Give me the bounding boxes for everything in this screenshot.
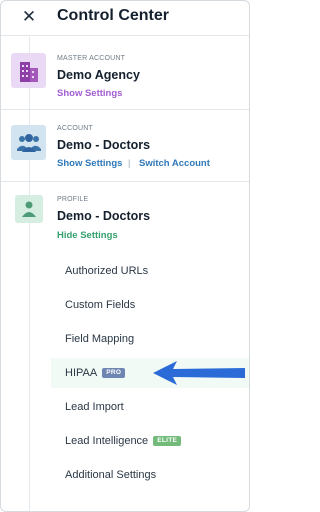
switch-account-link[interactable]: Switch Account (139, 158, 210, 169)
divider (1, 181, 249, 182)
users-group-icon (11, 125, 46, 160)
hide-settings-link[interactable]: Hide Settings (57, 230, 118, 241)
menu-item-lead-import[interactable]: Lead Import (51, 392, 249, 422)
pro-badge: PRO (102, 368, 126, 378)
master-show-settings-link[interactable]: Show Settings (57, 88, 122, 99)
close-icon[interactable]: ✕ (19, 7, 39, 27)
master-account-name: Demo Agency (57, 68, 140, 82)
panel-title: Control Center (57, 7, 169, 24)
profile-name: Demo - Doctors (57, 209, 151, 223)
account-name: Demo - Doctors (57, 138, 151, 152)
menu-item-label: HIPAA (65, 367, 98, 379)
profile-label: PROFILE (57, 196, 89, 203)
master-account-label: MASTER ACCOUNT (57, 55, 126, 62)
user-icon (15, 195, 43, 223)
menu-item-label: Field Mapping (65, 333, 135, 345)
account-show-settings-link[interactable]: Show Settings (57, 158, 122, 169)
divider (1, 109, 249, 110)
menu-item-label: Additional Settings (65, 469, 157, 481)
divider (1, 35, 249, 36)
left-arrow-icon (153, 361, 245, 385)
link-separator: | (128, 158, 131, 168)
panel-header: ✕ Control Center (1, 1, 249, 35)
menu-item-label: Authorized URLs (65, 265, 149, 277)
account-label: ACCOUNT (57, 125, 94, 132)
menu-item-label: Lead Intelligence (65, 435, 149, 447)
menu-item-authorized-urls[interactable]: Authorized URLs (51, 256, 249, 286)
menu-item-custom-fields[interactable]: Custom Fields (51, 290, 249, 320)
menu-item-additional-settings[interactable]: Additional Settings (51, 460, 249, 490)
building-icon (11, 53, 46, 88)
menu-item-lead-intelligence[interactable]: Lead Intelligence ELITE (51, 426, 249, 456)
menu-item-label: Custom Fields (65, 299, 136, 311)
menu-item-field-mapping[interactable]: Field Mapping (51, 324, 249, 354)
control-center-panel: ✕ Control Center MASTER ACCOUNT Demo Age… (0, 0, 250, 512)
elite-badge: ELITE (153, 436, 182, 446)
menu-item-label: Lead Import (65, 401, 124, 413)
